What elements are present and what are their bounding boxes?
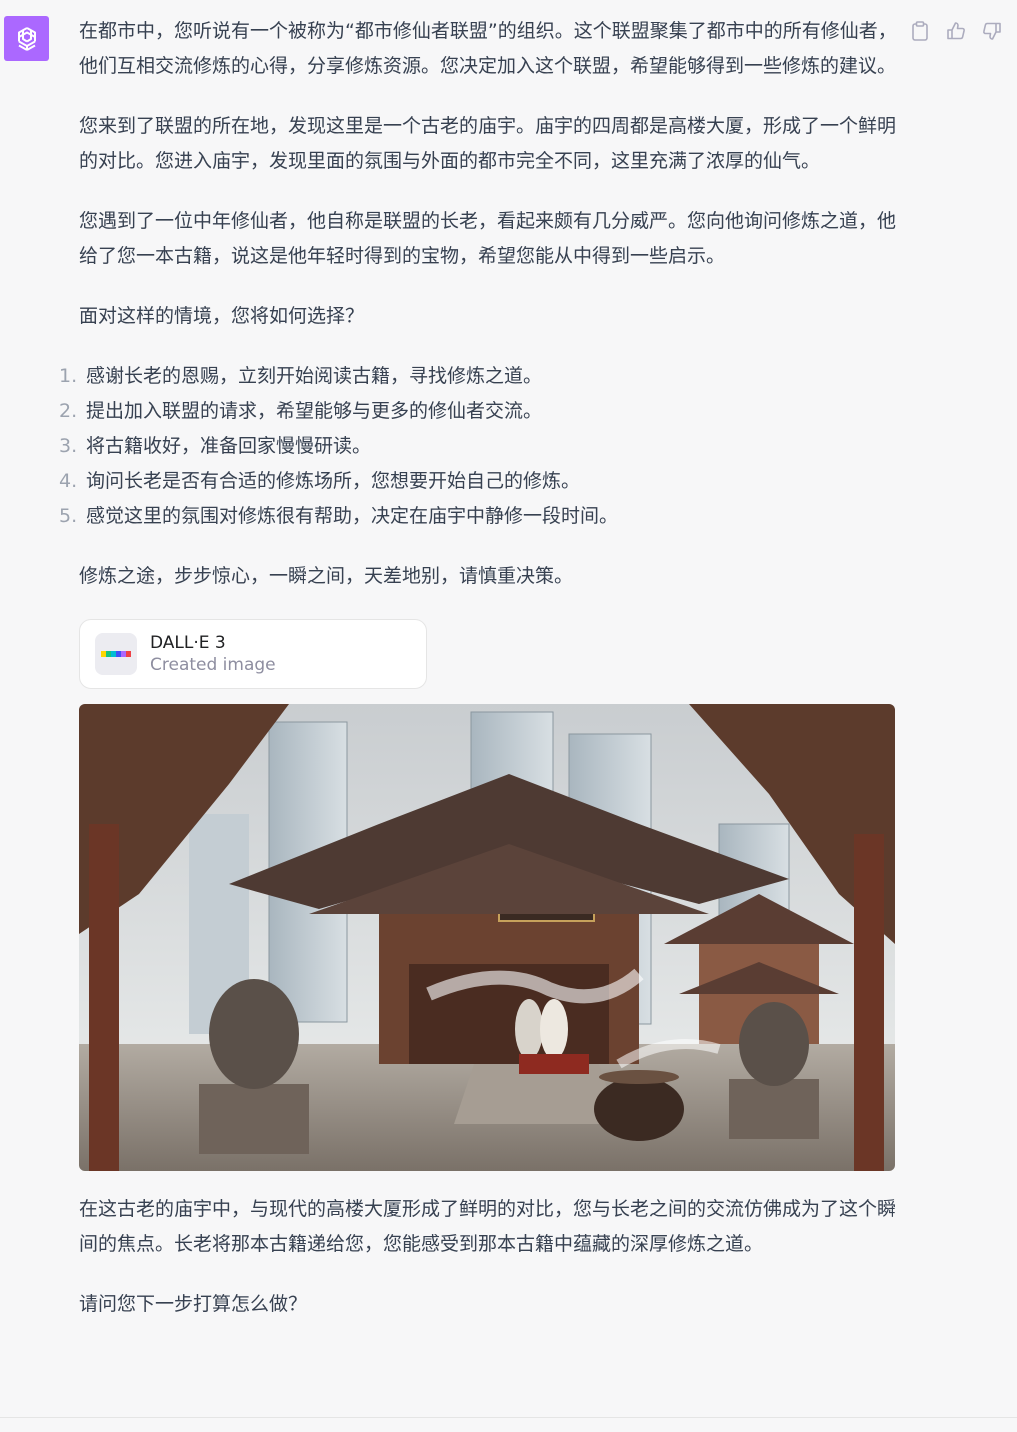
assistant-avatar: [4, 16, 49, 61]
openai-logo-icon: [17, 26, 36, 51]
story-paragraph: 在这古老的庙宇中，与现代的高楼大厦形成了鲜明的对比，您与长老之间的交流仿佛成为了…: [79, 1198, 897, 1255]
dalle-icon: [95, 633, 137, 675]
chat-message: 在都市中，您听说有一个被称为“都市修仙者联盟”的组织。这个联盟聚集了都市中的所有…: [0, 0, 1017, 1432]
list-item: 1. 感谢长老的恩赐，立刻开始阅读古籍，寻找修炼之道。: [59, 359, 897, 394]
thumbs-down-icon: [983, 22, 1001, 40]
tool-card-text: DALL·E 3 Created image: [150, 632, 276, 676]
closing-paragraph: 修炼之途，步步惊心，一瞬之间，天差地别，请慎重决策。: [79, 565, 574, 587]
generated-image[interactable]: [79, 704, 895, 1171]
message-actions: [909, 19, 1003, 43]
message-body: 在都市中，您听说有一个被称为“都市修仙者联盟”的组织。这个联盟聚集了都市中的所有…: [59, 14, 897, 1347]
list-number: 2.: [59, 400, 78, 422]
list-item: 3. 将古籍收好，准备回家慢慢研读。: [59, 429, 897, 464]
copy-button[interactable]: [909, 19, 931, 43]
choice-list: 1. 感谢长老的恩赐，立刻开始阅读古籍，寻找修炼之道。 2. 提出加入联盟的请求…: [59, 359, 897, 534]
list-number: 3.: [59, 435, 78, 457]
list-number: 1.: [59, 365, 78, 387]
question-paragraph: 请问您下一步打算怎么做？: [79, 1293, 308, 1315]
tool-name: DALL·E 3: [150, 633, 226, 653]
list-item: 2. 提出加入联盟的请求，希望能够与更多的修仙者交流。: [59, 394, 897, 429]
thumbs-up-icon: [947, 22, 965, 40]
story-paragraph: 您来到了联盟的所在地，发现这里是一个古老的庙宇。庙宇的四周都是高楼大厦，形成了一…: [79, 115, 897, 172]
list-number: 4.: [59, 470, 78, 492]
list-text: 询问长老是否有合适的修炼场所，您想要开始自己的修炼。: [86, 470, 581, 492]
like-button[interactable]: [945, 19, 967, 43]
question-paragraph: 面对这样的情境，您将如何选择？: [79, 305, 365, 327]
clipboard-icon: [912, 21, 928, 41]
dalle-tool-card[interactable]: DALL·E 3 Created image: [79, 619, 427, 689]
list-text: 感谢长老的恩赐，立刻开始阅读古籍，寻找修炼之道。: [86, 365, 543, 387]
story-paragraph: 您遇到了一位中年修仙者，他自称是联盟的长老，看起来颇有几分威严。您向他询问修炼之…: [79, 210, 897, 267]
list-text: 提出加入联盟的请求，希望能够与更多的修仙者交流。: [86, 400, 543, 422]
list-item: 5. 感觉这里的氛围对修炼很有帮助，决定在庙宇中静修一段时间。: [59, 499, 897, 534]
dislike-button[interactable]: [981, 19, 1003, 43]
story-paragraph: 在都市中，您听说有一个被称为“都市修仙者联盟”的组织。这个联盟聚集了都市中的所有…: [79, 20, 897, 77]
list-item: 4. 询问长老是否有合适的修炼场所，您想要开始自己的修炼。: [59, 464, 897, 499]
list-text: 感觉这里的氛围对修炼很有帮助，决定在庙宇中静修一段时间。: [86, 505, 619, 527]
list-number: 5.: [59, 505, 78, 527]
message-divider: [0, 1417, 1017, 1418]
list-text: 将古籍收好，准备回家慢慢研读。: [86, 435, 372, 457]
tool-status: Created image: [150, 655, 276, 675]
